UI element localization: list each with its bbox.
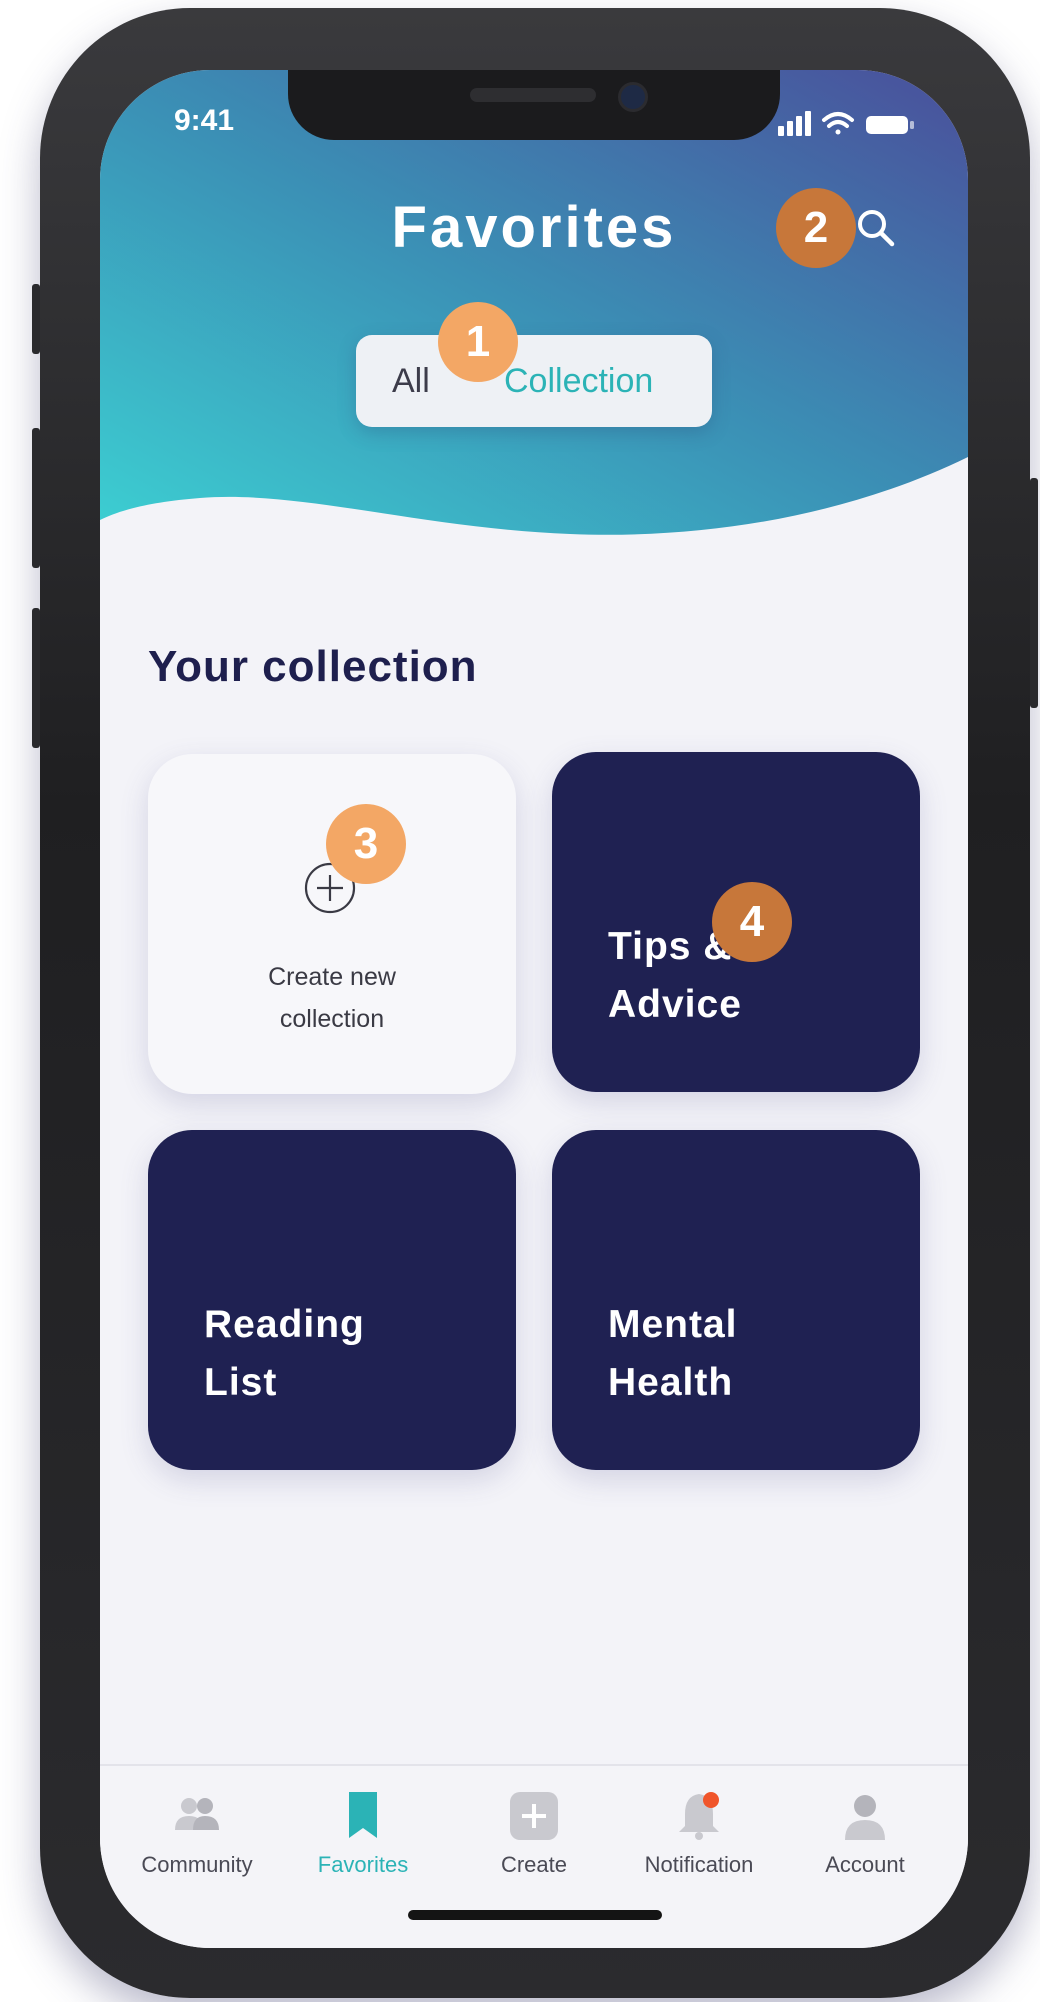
collection-card-mental-health[interactable]: Mental Health [552,1130,920,1470]
collection-card-reading-list[interactable]: Reading List [148,1130,516,1470]
segment-control: All Collection [356,335,712,427]
create-collection-label: Create new collection [268,963,396,1033]
annotation-badge-3: 3 [326,804,406,884]
bookmark-icon [349,1792,377,1838]
tab-notification[interactable]: Notification [614,1780,784,1890]
status-icons [778,111,914,136]
battery-icon [866,116,914,134]
bell-icon [679,1792,719,1840]
tab-community[interactable]: Community [112,1780,282,1890]
tab-create[interactable]: Create [449,1780,619,1890]
annotation-badge-2: 2 [776,188,856,268]
section-title: Your collection [148,642,478,691]
tab-label: Account [825,1852,905,1877]
home-indicator [408,1910,662,1920]
tab-favorites[interactable]: Favorites [278,1780,448,1890]
annotation-badge-4: 4 [712,882,792,962]
front-camera [618,82,648,112]
search-icon [858,210,895,247]
annotation-badge-1: 1 [438,302,518,382]
power-button [1030,478,1038,708]
tab-label: Create [500,1852,568,1877]
status-time: 9:41 [174,104,235,137]
silent-switch [32,284,40,354]
collection-card-label: Mental Health [608,1303,738,1404]
collection-card-label: Reading List [204,1303,365,1404]
create-collection-card[interactable]: Create new collection [148,754,516,1094]
bottom-tab-bar: Community Favorites Create Notification [100,1764,968,1948]
segment-collection[interactable]: Collection [504,335,653,427]
volume-up-button [32,428,40,568]
segment-all[interactable]: All [392,335,430,427]
notification-dot [703,1792,719,1808]
device-notch [288,70,780,140]
wifi-icon [822,112,854,135]
user-icon [845,1795,885,1840]
tab-account[interactable]: Account [780,1780,950,1890]
tab-label: Community [141,1852,253,1877]
app-screen: 9:41 Favorites 2 All Collection 1 Your c… [100,70,968,1948]
search-button[interactable] [848,200,904,256]
speaker [470,88,596,102]
volume-down-button [32,608,40,748]
tab-label: Favorites [317,1852,409,1877]
people-icon [175,1798,219,1830]
plus-square-icon [510,1792,558,1840]
tab-label: Notification [644,1852,754,1877]
header-wave-background [100,70,968,535]
signal-icon [778,111,811,136]
